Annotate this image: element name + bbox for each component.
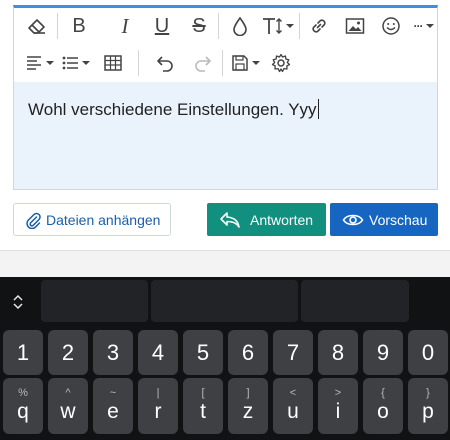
key-letter: p	[422, 400, 434, 423]
editor-content[interactable]: Wohl verschiedene Einstellungen. Yyy	[14, 84, 437, 188]
italic-glyph: I	[121, 13, 129, 38]
redo-icon[interactable]	[190, 50, 216, 76]
key-4[interactable]: 4	[138, 330, 178, 375]
italic-icon[interactable]: I	[112, 13, 138, 39]
suggestion-slot-left[interactable]	[41, 280, 148, 322]
image-icon[interactable]	[342, 13, 368, 39]
key-w[interactable]: ^ w	[48, 378, 88, 434]
key-alt-symbol: ~	[109, 387, 117, 399]
page-bottom-area	[0, 251, 450, 277]
key-5[interactable]: 5	[183, 330, 223, 375]
key-6[interactable]: 6	[228, 330, 268, 375]
key-2[interactable]: 2	[48, 330, 88, 375]
bold-icon[interactable]: B	[66, 13, 92, 39]
text-caret	[317, 99, 319, 119]
strike-glyph: S	[192, 14, 206, 37]
key-q[interactable]: % q	[3, 378, 43, 434]
rich-text-editor: B I U S ··· Wohl verschiedene Einstellun…	[13, 5, 438, 190]
attach-files-label: Dateien anhängen	[46, 211, 161, 228]
toolbar-separator	[138, 50, 139, 76]
toolbar-separator	[218, 13, 219, 39]
key-i[interactable]: > i	[318, 378, 358, 434]
toolbar-separator	[299, 13, 300, 39]
emoji-icon[interactable]	[378, 13, 404, 39]
eraser-icon[interactable]	[24, 13, 50, 39]
key-0[interactable]: 0	[408, 330, 448, 375]
key-7[interactable]: 7	[273, 330, 313, 375]
attach-files-button[interactable]: Dateien anhängen	[13, 203, 171, 236]
key-letter: u	[287, 400, 299, 423]
key-8[interactable]: 8	[318, 330, 358, 375]
reply-arrow-icon	[220, 211, 240, 228]
key-alt-symbol: }	[426, 387, 430, 399]
expand-toolbar-icon[interactable]	[8, 292, 28, 312]
key-alt-symbol: ]	[246, 387, 250, 399]
key-alt-symbol: <	[289, 387, 297, 399]
key-9[interactable]: 9	[363, 330, 403, 375]
suggestion-slot-right[interactable]	[301, 280, 409, 322]
underline-glyph: U	[154, 14, 170, 37]
key-3[interactable]: 3	[93, 330, 133, 375]
undo-icon[interactable]	[152, 50, 178, 76]
key-letter: t	[200, 400, 206, 423]
underline-icon[interactable]: U	[149, 13, 175, 39]
save-icon[interactable]	[229, 50, 263, 76]
paperclip-icon	[26, 212, 41, 229]
key-letter: z	[242, 400, 254, 423]
key-t[interactable]: [t	[183, 378, 223, 434]
align-icon[interactable]	[24, 50, 58, 76]
preview-label: Vorschau	[369, 211, 428, 228]
strikethrough-icon[interactable]: S	[186, 13, 212, 39]
key-letter: e	[107, 400, 119, 423]
color-drop-icon[interactable]	[227, 13, 253, 39]
settings-gear-icon[interactable]	[268, 50, 294, 76]
key-letter: w	[60, 400, 76, 423]
bold-glyph: B	[72, 14, 86, 37]
key-letter: q	[17, 400, 29, 423]
key-alt-symbol: ^	[65, 387, 71, 399]
key-r[interactable]: | r	[138, 378, 178, 434]
editor-toolbar: B I U S ···	[14, 8, 437, 82]
font-size-icon[interactable]	[261, 13, 295, 39]
key-1[interactable]: 1	[3, 330, 43, 375]
key-letter: o	[377, 400, 389, 423]
link-icon[interactable]	[306, 13, 332, 39]
toolbar-separator	[222, 50, 223, 76]
key-alt-symbol: {	[381, 387, 385, 399]
editor-text: Wohl verschiedene Einstellungen. Yyy	[28, 100, 317, 119]
reply-button[interactable]: Antworten	[207, 203, 326, 236]
key-letter: r	[154, 400, 162, 423]
more-icon[interactable]: ···	[412, 13, 436, 39]
key-alt-symbol: >	[334, 387, 342, 399]
key-u[interactable]: < u	[273, 378, 313, 434]
key-e[interactable]: ~ e	[93, 378, 133, 434]
key-alt-symbol: [	[201, 387, 205, 399]
suggestion-slot-center[interactable]	[151, 280, 298, 322]
key-z[interactable]: ] z	[228, 378, 268, 434]
reply-label: Antworten	[250, 211, 314, 228]
key-o[interactable]: {o	[363, 378, 403, 434]
list-icon[interactable]	[60, 50, 94, 76]
more-glyph: ···	[413, 19, 424, 33]
key-alt-symbol: |	[156, 387, 160, 399]
table-icon[interactable]	[100, 50, 126, 76]
toolbar-separator	[57, 13, 58, 39]
key-p[interactable]: } p	[408, 378, 448, 434]
key-letter: i	[335, 400, 341, 423]
preview-button[interactable]: Vorschau	[330, 203, 438, 236]
key-alt-symbol: %	[18, 387, 28, 399]
eye-icon	[342, 214, 364, 225]
